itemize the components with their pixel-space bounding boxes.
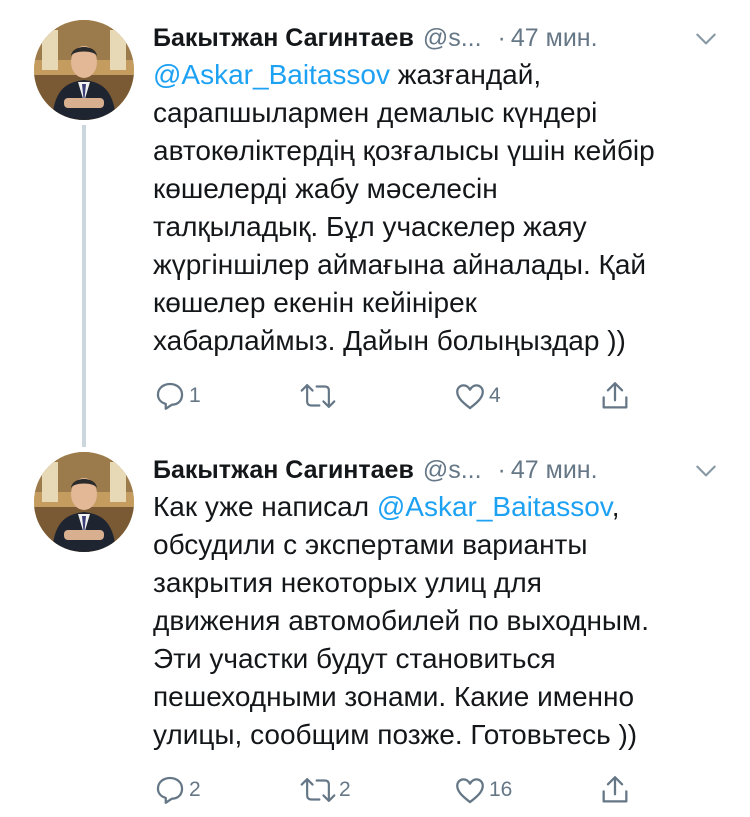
- tweet-text-line: закрытия некоторых улиц для: [153, 567, 542, 598]
- author-name[interactable]: Бакытжан Сагинтаев: [153, 456, 414, 485]
- chevron-down-icon[interactable]: [693, 458, 719, 484]
- reply-button[interactable]: 1: [153, 376, 201, 416]
- tweet-text-line: көшелер екенін кейінірек: [153, 287, 477, 318]
- reply-count: 2: [189, 778, 201, 801]
- separator-dot: ·: [497, 23, 506, 52]
- share-button[interactable]: [598, 376, 632, 416]
- timestamp[interactable]: 47 мин.: [511, 24, 598, 53]
- tweet-text-line: көшелерді жабу мәселесін: [153, 173, 498, 204]
- retweet-icon: [300, 384, 336, 408]
- reply-button[interactable]: 2: [153, 770, 201, 810]
- tweet-header: Бакытжан Сагинтаев @s... · 47 мин.: [153, 18, 733, 58]
- tweet-text: @Askar_Baitassov жазғандай, сарапшыларме…: [153, 56, 713, 360]
- tweet-text-line: обсудили с экспертами варианты: [153, 529, 588, 560]
- tweet-text-line: жазғандай,: [389, 59, 542, 90]
- mention-link[interactable]: @Askar_Baitassov: [377, 491, 612, 522]
- tweet-header: Бакытжан Сагинтаев @s... · 47 мин.: [153, 450, 733, 490]
- author-name[interactable]: Бакытжан Сагинтаев: [153, 24, 414, 53]
- like-count: 16: [489, 778, 513, 801]
- share-icon: [602, 776, 628, 803]
- tweet-text-line: сарапшылармен демалыс күндері: [153, 97, 598, 128]
- like-button[interactable]: 4: [453, 376, 501, 416]
- tweet-text-line: талқыладық. Бұл учаскелер жаяу: [153, 211, 587, 242]
- retweet-count: 2: [339, 778, 351, 801]
- separator-dot: ·: [497, 455, 506, 484]
- tweet-actions: 1 4: [153, 376, 653, 416]
- share-icon: [602, 382, 628, 409]
- tweet-text-line: Как уже написал: [153, 491, 377, 522]
- heart-icon: [456, 778, 484, 804]
- tweet-text: Как уже написал @Askar_Baitassov, обсуди…: [153, 488, 713, 754]
- tweet-text-line: хабарлаймыз. Дайын болыңыздар )): [153, 325, 626, 356]
- reply-count: 1: [189, 384, 201, 407]
- like-count: 4: [489, 384, 501, 407]
- tweet-text-line: пешеходными зонами. Какие именно: [153, 681, 635, 712]
- chevron-down-icon[interactable]: [693, 26, 719, 52]
- tweet-text-line: улицы, сообщим позже. Готовьтесь )): [153, 719, 638, 750]
- retweet-button[interactable]: 2: [299, 770, 351, 810]
- mention-link[interactable]: @Askar_Baitassov: [153, 59, 390, 90]
- retweet-button[interactable]: [299, 376, 339, 416]
- heart-icon: [456, 384, 484, 410]
- author-handle[interactable]: @s...: [423, 456, 482, 485]
- thread-connector: [82, 125, 86, 447]
- tweet-text-line: жүргіншілер аймағына айналады. Қай: [153, 249, 647, 280]
- share-button[interactable]: [598, 770, 632, 810]
- avatar[interactable]: [34, 20, 134, 120]
- retweet-icon: [300, 778, 336, 802]
- avatar[interactable]: [34, 452, 134, 552]
- tweet-text-punct: ,: [611, 491, 620, 522]
- reply-icon: [156, 776, 184, 804]
- timestamp[interactable]: 47 мин.: [511, 456, 598, 485]
- tweet-text-line: автокөліктердің қозғалысы үшін кейбір: [153, 135, 655, 166]
- tweet-text-line: Эти участки будут становиться: [153, 643, 556, 674]
- like-button[interactable]: 16: [453, 770, 512, 810]
- reply-icon: [156, 382, 184, 410]
- tweet-text-line: движения автомобилей по выходным.: [153, 605, 650, 636]
- tweet-actions: 2 2 16: [153, 770, 653, 810]
- author-handle[interactable]: @s...: [423, 24, 482, 53]
